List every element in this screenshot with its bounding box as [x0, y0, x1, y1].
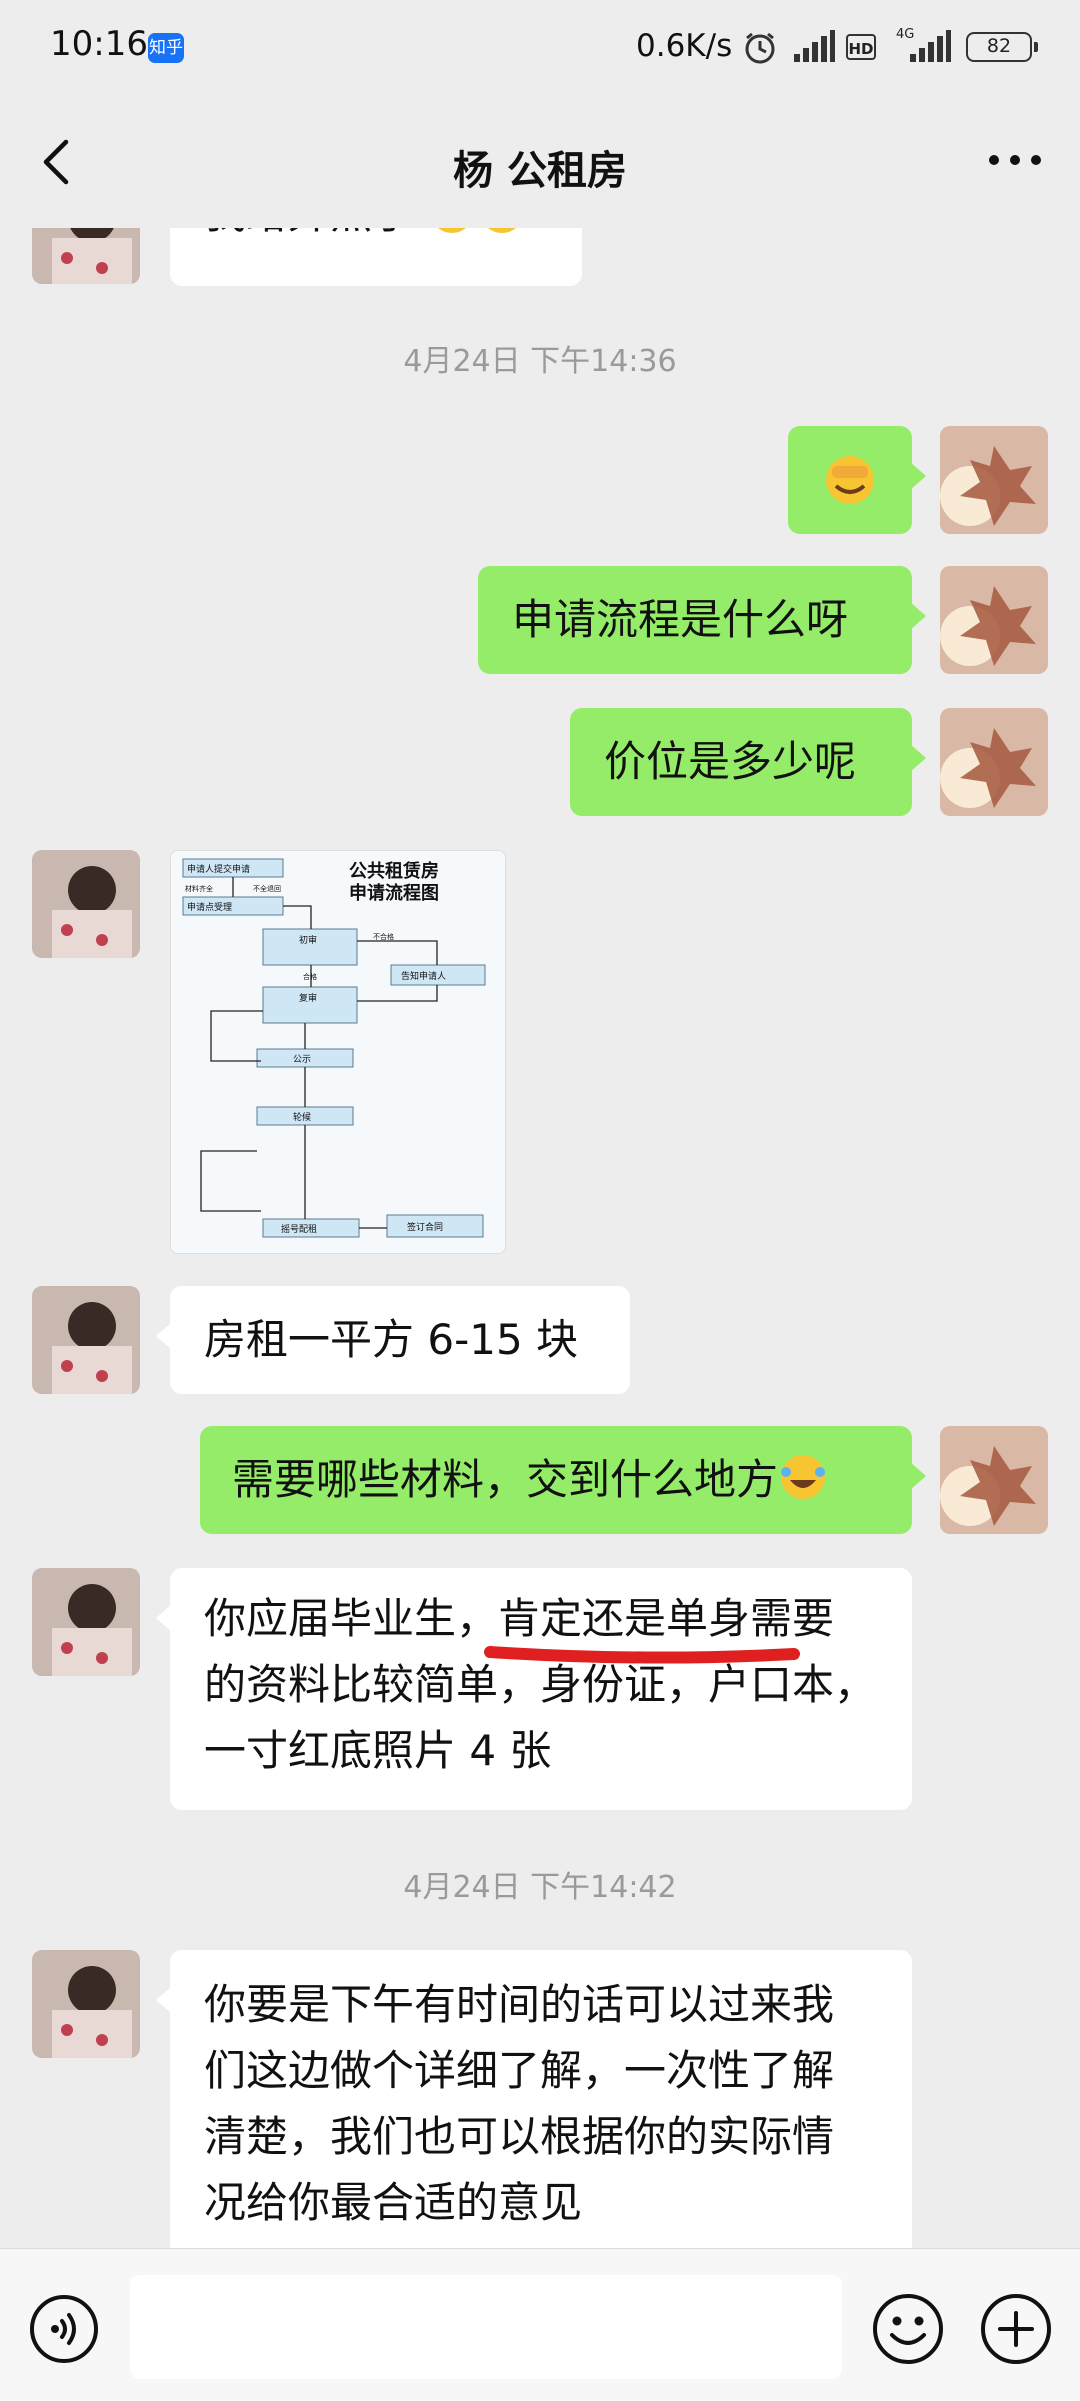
flow-node: 申请点受理 — [187, 901, 232, 913]
message-text: 申请流程是什么呀 — [512, 595, 849, 644]
message-bubble-incoming[interactable]: 房租一平方 6-15 块 — [156, 1286, 630, 1394]
message-bubble-incoming[interactable]: 你应届毕业生，肯定还是单身需要 的资料比较简单，身份证，户口本， 一寸红底照片 … — [156, 1568, 912, 1810]
signal-icon — [794, 30, 835, 62]
emoji-picker-icon[interactable] — [870, 2291, 946, 2367]
laugh-cry-emoji-icon — [781, 1455, 826, 1499]
message-list[interactable]: 我给弄煞了 4月24日 下午14:36 申请流程是什么呀 价位是多少呢 — [0, 0, 1080, 2248]
flowchart-title: 公共租赁房 — [349, 860, 439, 882]
message-text: 你应届毕业生，肯定还是单身需要 的资料比较简单，身份证，户口本， 一寸红底照片 … — [204, 1594, 877, 1775]
flow-label: 材料齐全 — [185, 884, 213, 893]
flow-node: 告知申请人 — [401, 970, 446, 982]
flow-node: 签订合同 — [407, 1221, 443, 1233]
contact-avatar[interactable] — [32, 850, 140, 958]
status-time: 10:16 — [50, 24, 148, 64]
flow-node: 初审 — [299, 934, 317, 946]
contact-avatar[interactable] — [32, 1286, 140, 1394]
facepalm-emoji-icon — [826, 456, 874, 504]
my-avatar[interactable] — [940, 566, 1048, 674]
status-bar-overlay: 10:16 知乎 0.6K/s HD 4G 82 — [0, 0, 1080, 98]
my-avatar[interactable] — [940, 1426, 1048, 1534]
message-text: 房租一平方 6-15 块 — [204, 1315, 579, 1364]
red-underline-mark — [484, 1646, 800, 1664]
chat-title: 杨 公租房 — [453, 148, 627, 194]
alarm-icon — [745, 32, 775, 64]
message-bubble-outgoing[interactable] — [788, 426, 926, 534]
network-speed: 0.6K/s — [636, 28, 733, 64]
message-bubble-incoming[interactable]: 你要是下午有时间的话可以过来我 们这边做个详细了解，一次性了解 清楚，我们也可以… — [156, 1950, 912, 2248]
flowchart-image[interactable]: 公共租赁房 申请流程图 申请人提交申请 申请点受理 初审 复审 公示 轮候 摇号… — [170, 850, 506, 1254]
flow-label: 不全退回 — [253, 884, 281, 893]
timestamp: 4月24日 下午14:36 — [403, 344, 677, 379]
contact-avatar[interactable] — [32, 1568, 140, 1676]
message-bubble-outgoing[interactable]: 需要哪些材料，交到什么地方 — [200, 1426, 926, 1534]
flow-node: 轮候 — [293, 1111, 311, 1123]
plus-more-icon[interactable] — [978, 2291, 1054, 2367]
message-bubble-outgoing[interactable]: 价位是多少呢 — [570, 708, 926, 816]
message-input[interactable] — [130, 2275, 842, 2379]
message-bubble-outgoing[interactable]: 申请流程是什么呀 — [478, 566, 926, 674]
my-avatar[interactable] — [940, 426, 1048, 534]
battery-indicator: 82 — [966, 32, 1038, 62]
flow-node: 申请人提交申请 — [187, 863, 250, 875]
input-bar — [0, 2248, 1080, 2401]
hd-badge: HD — [846, 34, 876, 60]
message-text: 需要哪些材料，交到什么地方 — [232, 1455, 779, 1504]
contact-avatar[interactable] — [32, 1950, 140, 2058]
flow-label: 不合格 — [373, 932, 394, 941]
flow-node: 公示 — [293, 1054, 311, 1065]
timestamp: 4月24日 下午14:42 — [403, 1870, 677, 1905]
signal-4g-icon — [910, 30, 951, 62]
flow-label: 合格 — [303, 972, 317, 981]
flow-node: 摇号配租 — [281, 1223, 317, 1235]
more-options-icon[interactable] — [980, 128, 1050, 188]
voice-input-icon[interactable] — [28, 2293, 100, 2365]
message-text: 你要是下午有时间的话可以过来我 们这边做个详细了解，一次性了解 清楚，我们也可以… — [204, 1980, 835, 2227]
my-avatar[interactable] — [940, 708, 1048, 816]
flowchart-subtitle: 申请流程图 — [349, 882, 439, 904]
message-text: 价位是多少呢 — [604, 737, 857, 786]
zhihu-app-icon: 知乎 — [148, 33, 184, 63]
flow-node: 复审 — [299, 992, 317, 1004]
chat-header-overlay: 杨 公租房 — [0, 98, 1080, 228]
